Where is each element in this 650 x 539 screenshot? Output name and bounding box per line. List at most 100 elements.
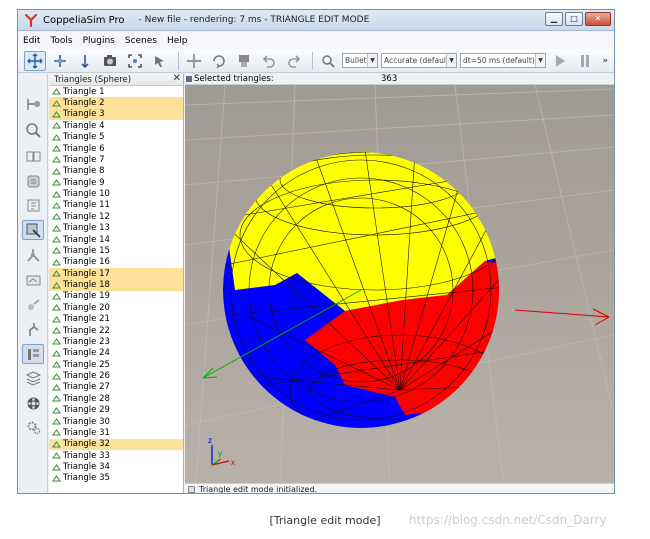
list-item[interactable]: Triangle 11 <box>49 200 183 211</box>
list-item[interactable]: Triangle 8 <box>49 166 183 177</box>
camera-fit-button[interactable] <box>99 51 121 71</box>
script-button[interactable] <box>22 171 44 191</box>
selection-button[interactable] <box>22 368 44 388</box>
shape-edit-button[interactable] <box>22 220 44 240</box>
title-bar[interactable]: CoppeliaSim Pro - New file - rendering: … <box>18 10 614 31</box>
path-edit-icon <box>26 275 40 285</box>
list-item-label: Triangle 14 <box>63 234 110 245</box>
list-item[interactable]: Triangle 32 <box>49 438 183 450</box>
list-item[interactable]: Triangle 18 <box>49 279 183 291</box>
list-item[interactable]: Triangle 25 <box>49 359 183 370</box>
list-item[interactable]: Triangle 33 <box>49 450 183 461</box>
triangle-icon <box>52 88 61 95</box>
collection-button[interactable] <box>22 146 44 166</box>
scene-viewport[interactable]: z y x Selected triangles: 363 Triangle e… <box>185 74 614 494</box>
list-item-label: Triangle 34 <box>63 462 110 473</box>
list-item[interactable]: Triangle 1 <box>49 86 183 97</box>
chevron-down-icon: ▼ <box>446 54 456 67</box>
menu-help[interactable]: Help <box>167 36 188 46</box>
maximize-button[interactable]: □ <box>565 12 583 26</box>
list-item[interactable]: Triangle 22 <box>49 325 183 336</box>
list-item-label: Triangle 28 <box>63 393 110 404</box>
shape-properties-button[interactable] <box>22 195 44 215</box>
list-item[interactable]: Triangle 17 <box>49 268 183 280</box>
list-item[interactable]: Triangle 30 <box>49 416 183 427</box>
list-item-label: Triangle 6 <box>63 143 105 154</box>
undo-button[interactable] <box>258 51 280 71</box>
list-item[interactable]: Triangle 29 <box>49 405 183 416</box>
list-item[interactable]: Triangle 35 <box>49 473 183 484</box>
list-item-label: Triangle 24 <box>63 348 110 359</box>
list-item[interactable]: Triangle 2 <box>49 97 183 109</box>
joint-edit-button[interactable] <box>22 245 44 265</box>
list-item[interactable]: Triangle 31 <box>49 427 183 438</box>
list-item[interactable]: Triangle 9 <box>49 177 183 188</box>
camera-rotate-button[interactable] <box>49 51 71 71</box>
list-item[interactable]: Triangle 15 <box>49 245 183 256</box>
list-item[interactable]: Triangle 5 <box>49 132 183 143</box>
list-item[interactable]: Triangle 10 <box>49 188 183 199</box>
list-item[interactable]: Triangle 24 <box>49 348 183 359</box>
list-item[interactable]: Triangle 13 <box>49 223 183 234</box>
list-item[interactable]: Triangle 4 <box>49 120 183 131</box>
play-button[interactable] <box>549 51 571 71</box>
model-browser-button[interactable] <box>22 94 44 114</box>
minimize-button[interactable]: ▁ <box>545 12 563 26</box>
list-item[interactable]: Triangle 19 <box>49 291 183 302</box>
menu-scenes[interactable]: Scenes <box>125 36 157 46</box>
triangle-icon <box>52 167 61 175</box>
pause-button[interactable] <box>574 51 596 71</box>
list-item[interactable]: Triangle 7 <box>49 154 183 165</box>
list-item[interactable]: Triangle 14 <box>49 234 183 245</box>
user-settings-button[interactable] <box>22 417 44 437</box>
list-item-label: Triangle 17 <box>63 268 110 279</box>
object-move-button[interactable] <box>183 51 205 71</box>
object-rotate-button[interactable] <box>208 51 230 71</box>
triangle-icon <box>52 327 61 334</box>
app-title: CoppeliaSim Pro <box>43 14 125 26</box>
close-button[interactable]: ✕ <box>585 12 611 26</box>
physics-engine-select[interactable]: Bullet ▼ <box>342 53 378 68</box>
video-recorder-button[interactable] <box>22 393 44 413</box>
path-edit-button[interactable] <box>22 270 44 290</box>
list-item[interactable]: Triangle 6 <box>49 143 183 154</box>
menu-edit[interactable]: Edit <box>23 36 40 46</box>
window-controls: ▁ □ ✕ <box>545 12 611 26</box>
triangle-icon <box>52 213 61 220</box>
selection-icon <box>25 370 41 386</box>
robot-icon <box>28 322 39 336</box>
assemble-button[interactable] <box>233 51 255 71</box>
redo-button[interactable] <box>283 51 305 71</box>
robot-button[interactable] <box>22 319 44 339</box>
sensor-button[interactable] <box>22 295 44 315</box>
timestep-select[interactable]: dt=50 ms (default) ▼ <box>460 53 546 68</box>
list-item[interactable]: Triangle 23 <box>49 336 183 347</box>
camera-shift-button[interactable] <box>74 51 96 71</box>
camera-pan-button[interactable] <box>24 50 46 71</box>
layers-button[interactable] <box>22 344 44 364</box>
list-item[interactable]: Triangle 20 <box>49 302 183 313</box>
menu-plugins[interactable]: Plugins <box>83 36 115 46</box>
list-item-label: Triangle 19 <box>63 291 110 302</box>
list-item[interactable]: Triangle 28 <box>49 393 183 404</box>
list-item[interactable]: Triangle 26 <box>49 370 183 381</box>
triangle-icon <box>52 315 61 323</box>
fit-to-view-button[interactable] <box>124 51 146 71</box>
menu-tools[interactable]: Tools <box>50 36 72 46</box>
list-item[interactable]: Triangle 3 <box>49 108 183 121</box>
accuracy-select[interactable]: Accurate (default) ▼ <box>381 53 457 68</box>
list-item[interactable]: Triangle 12 <box>49 211 183 222</box>
scene-view[interactable]: z y x <box>185 85 614 494</box>
list-item[interactable]: Triangle 34 <box>49 461 183 472</box>
physics-engine-value: Bullet <box>345 56 367 65</box>
list-item[interactable]: Triangle 16 <box>49 257 183 268</box>
toolbar-overflow-button[interactable]: » <box>602 56 608 66</box>
list-item[interactable]: Triangle 21 <box>49 314 183 325</box>
search-icon <box>322 54 335 68</box>
close-icon[interactable]: ✕ <box>173 74 181 84</box>
click-select-button[interactable] <box>149 51 171 71</box>
triangle-list-panel: Triangles (Sphere) ✕ Triangle 1 Triangle … <box>49 74 184 493</box>
search-button[interactable] <box>317 51 339 71</box>
list-item[interactable]: Triangle 27 <box>49 382 183 393</box>
scene-hierarchy-button[interactable] <box>22 120 44 140</box>
